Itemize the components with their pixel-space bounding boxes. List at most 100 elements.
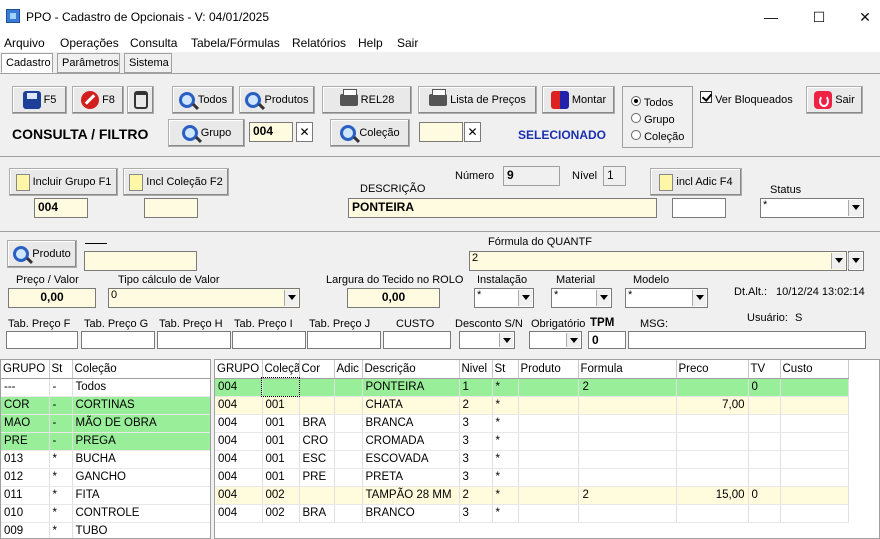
obrigatorio-select[interactable] — [529, 331, 582, 349]
table-row[interactable]: 010 * CONTROLE — [1, 504, 210, 523]
grid-header[interactable]: Adic — [334, 360, 363, 379]
radio-colecao[interactable]: Coleção — [631, 130, 684, 143]
todos-button[interactable]: Todos — [172, 86, 234, 114]
cell-st: * — [492, 396, 519, 415]
grupo-filter-button[interactable]: Grupo — [168, 119, 245, 147]
incl-adic-button[interactable]: incl Adic F4 — [650, 168, 742, 196]
produto-input[interactable] — [84, 251, 197, 271]
tipo-calculo-select[interactable]: 0 — [108, 288, 300, 308]
cell-st: * — [49, 504, 73, 523]
clear-colecao-button[interactable]: ✕ — [464, 122, 481, 142]
menu-sair[interactable]: Sair — [397, 36, 418, 50]
grid-header[interactable]: Nivel — [459, 360, 493, 379]
table-row[interactable]: 004 001 ESC ESCOVADA 3 * — [215, 450, 849, 469]
tab-preco-h-input[interactable] — [157, 331, 231, 349]
tab-preco-i-input[interactable] — [232, 331, 306, 349]
grid-header[interactable]: Preco — [676, 360, 749, 379]
cell-nivel: 2 — [459, 486, 493, 505]
menu-arquivo[interactable]: Arquivo — [4, 36, 45, 50]
grid-header[interactable]: St — [492, 360, 519, 379]
menu-operacoes[interactable]: Operações — [60, 36, 119, 50]
delete-button[interactable] — [127, 86, 154, 114]
radio-grupo[interactable]: Grupo — [631, 113, 675, 126]
tab-preco-f-input[interactable] — [6, 331, 78, 349]
status-select[interactable]: * — [760, 198, 864, 218]
grid-header[interactable]: TV — [748, 360, 781, 379]
chevron-down-icon — [566, 333, 580, 347]
tab-cadastro[interactable]: Cadastro — [1, 53, 53, 73]
tab-preco-g-input[interactable] — [81, 331, 155, 349]
colecao-input[interactable] — [144, 198, 198, 218]
grupo-grid[interactable]: GRUPO St Coleção --- - Todos COR - CORTINAS MA… — [0, 359, 211, 539]
table-row[interactable]: 004 002 BRA BRANCO 3 * — [215, 504, 849, 523]
table-row[interactable]: 004 001 PRE PRETA 3 * — [215, 468, 849, 487]
clear-grupo-button[interactable]: ✕ — [296, 122, 313, 142]
table-row[interactable]: MAO - MÃO DE OBRA — [1, 414, 210, 433]
menu-relatorios[interactable]: Relatórios — [292, 36, 346, 50]
table-row[interactable]: 004 001 CRO CROMADA 3 * — [215, 432, 849, 451]
formula-select[interactable]: 2 — [469, 251, 847, 271]
adic-input[interactable] — [672, 198, 726, 218]
grid-header[interactable]: Cor — [299, 360, 335, 379]
ver-bloqueados-checkbox[interactable]: Ver Bloqueados — [700, 91, 793, 106]
table-row[interactable]: PRE - PREGA — [1, 432, 210, 451]
grid-header-colecao[interactable]: Coleção — [72, 360, 210, 379]
tab-sistema[interactable]: Sistema — [124, 53, 172, 73]
menu-consulta[interactable]: Consulta — [130, 36, 177, 50]
rel28-button[interactable]: REL28 — [322, 86, 412, 114]
grid-header[interactable]: Descrição — [362, 360, 460, 379]
table-row[interactable]: 011 * FITA — [1, 486, 210, 505]
table-row[interactable]: 004 PONTEIRA 1 * 2 0 — [215, 377, 849, 397]
incl-colecao-button[interactable]: Incl Coleção F2 — [123, 168, 229, 196]
lista-precos-button[interactable]: Lista de Preços — [418, 86, 537, 114]
produtos-button[interactable]: Produtos — [239, 86, 315, 114]
largura-input[interactable]: 0,00 — [347, 288, 440, 308]
minimize-icon[interactable]: — — [748, 6, 794, 28]
modelo-select[interactable]: * — [625, 288, 708, 308]
grid-header[interactable]: Produto — [518, 360, 579, 379]
instalacao-select[interactable]: * — [474, 288, 534, 308]
produto-button[interactable]: Produto — [7, 240, 77, 268]
colecao-filter-input[interactable] — [419, 122, 463, 142]
colecao-filter-button[interactable]: Coleção — [330, 119, 410, 147]
table-row[interactable]: --- - Todos — [1, 378, 210, 397]
cell-tv — [748, 450, 781, 469]
grid-header[interactable]: Formula — [578, 360, 677, 379]
sair-button[interactable]: Sair — [806, 86, 863, 114]
formula-extra-select[interactable] — [848, 251, 864, 271]
material-select[interactable]: * — [551, 288, 612, 308]
tpm-input[interactable]: 0 — [588, 331, 626, 349]
table-row[interactable]: 004 001 CHATA 2 * 7,00 — [215, 396, 849, 415]
itens-grid[interactable]: GRUPO Coleçã Cor Adic Descrição Nivel St Produt… — [214, 359, 880, 539]
table-row[interactable]: 012 * GANCHO — [1, 468, 210, 487]
table-row[interactable]: 004 001 BRA BRANCA 3 * — [215, 414, 849, 433]
table-row[interactable]: 004 002 TAMPÃO 28 MM 2 * 2 15,00 0 — [215, 486, 849, 505]
tab-parametros[interactable]: Parâmetros — [57, 53, 120, 73]
preco-valor-input[interactable]: 0,00 — [8, 288, 96, 308]
f8-button[interactable]: F8 — [72, 86, 124, 114]
table-row[interactable]: 009 * TUBO — [1, 522, 210, 538]
f5-button[interactable]: F5 — [12, 86, 67, 114]
radio-todos[interactable]: Todos — [631, 96, 673, 109]
table-row[interactable]: 013 * BUCHA — [1, 450, 210, 469]
grid-header[interactable]: Coleçã — [262, 360, 300, 379]
custo-input[interactable] — [383, 331, 451, 349]
close-icon[interactable]: ✕ — [842, 6, 880, 28]
montar-button[interactable]: Montar — [542, 86, 615, 114]
maximize-icon[interactable]: ☐ — [796, 6, 842, 28]
table-row[interactable]: COR - CORTINAS — [1, 396, 210, 415]
desconto-select[interactable] — [459, 331, 515, 349]
grupo-filter-input[interactable]: 004 — [249, 122, 293, 142]
grid-header-st[interactable]: St — [49, 360, 73, 379]
tab-preco-j-input[interactable] — [307, 331, 381, 349]
cell-st: * — [492, 414, 519, 433]
grid-header[interactable]: Custo — [780, 360, 849, 379]
msg-input[interactable] — [628, 331, 866, 349]
grid-header[interactable]: GRUPO — [215, 360, 263, 379]
incluir-grupo-button[interactable]: Incluir Grupo F1 — [9, 168, 118, 196]
menu-help[interactable]: Help — [358, 36, 383, 50]
grupo-input[interactable]: 004 — [34, 198, 88, 218]
grid-header-grupo[interactable]: GRUPO — [1, 360, 50, 379]
descricao-input[interactable]: PONTEIRA — [348, 198, 657, 218]
menu-tabela-formulas[interactable]: Tabela/Fórmulas — [191, 36, 280, 50]
